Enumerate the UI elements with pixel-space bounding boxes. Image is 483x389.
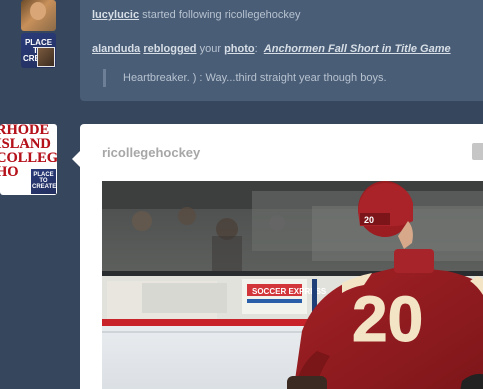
notification-quote: Heartbreaker. ) : Way...third straight y… <box>103 69 387 87</box>
post-photo[interactable]: SOCCER EXPRESS 20 20 <box>102 181 483 389</box>
notification-post-title-link[interactable]: Anchormen Fall Short in Title Game <box>264 43 451 55</box>
notification-target: ricollegehockey <box>224 9 301 21</box>
post-author-link[interactable]: ricollegehockey <box>102 145 200 160</box>
notification-follow: lucylucic started following ricollegehoc… <box>92 9 301 21</box>
notification-user-link[interactable]: lucylucic <box>92 9 139 21</box>
notification-action-link[interactable]: reblogged <box>143 43 196 55</box>
jersey-number: 20 <box>352 283 423 355</box>
alanduda-avatar-photo <box>37 47 55 67</box>
notification-separator: : <box>254 43 258 55</box>
post-pointer <box>72 151 80 167</box>
alanduda-avatar[interactable]: PLACE TO CREATE <box>21 33 56 68</box>
post-follow-button[interactable] <box>472 143 483 160</box>
notification-action: started following <box>142 9 222 21</box>
reblogger-mini-avatar[interactable]: PLACE TO CREATE <box>30 168 57 195</box>
hockey-photo: SOCCER EXPRESS 20 20 <box>102 181 483 389</box>
dashboard: PLACE TO CREATE lucylucic started follow… <box>0 0 483 389</box>
notification-quote-text: Heartbreaker. ) : Way...third straight y… <box>123 72 387 84</box>
notification-user-link[interactable]: alanduda <box>92 43 140 55</box>
notification-reblog: alanduda reblogged your photo: Anchormen… <box>92 43 451 55</box>
ricollegehockey-avatar[interactable]: RHODE ISLAND COLLEGE HO PLACE TO CREATE <box>0 124 57 195</box>
helmet-number: 20 <box>364 215 374 225</box>
lucylucic-avatar[interactable] <box>21 0 56 31</box>
notification-possessive: your <box>199 43 221 55</box>
notification-object-link[interactable]: photo <box>224 43 255 55</box>
reblogger-mini-avatar-text: PLACE TO CREATE <box>32 172 57 190</box>
